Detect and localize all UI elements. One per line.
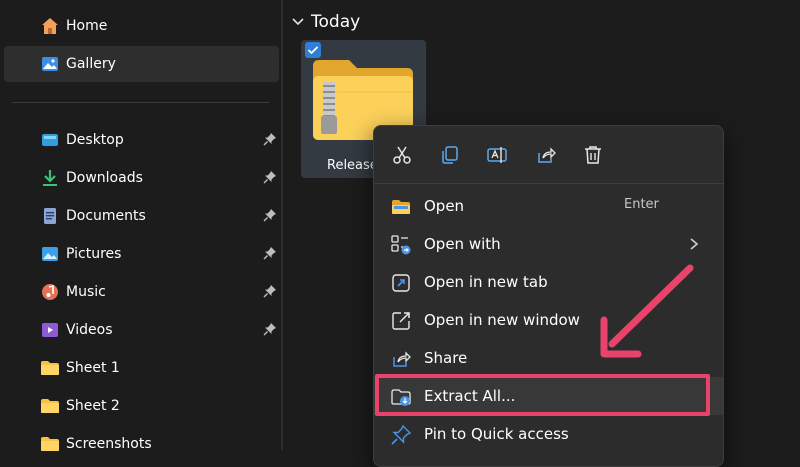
sidebar-item-sheet-1[interactable]: Sheet 1 bbox=[4, 350, 279, 386]
menu-item-extract-all[interactable]: Extract All... bbox=[374, 377, 723, 415]
menu-item-label: Extract All... bbox=[424, 387, 516, 405]
pin-icon[interactable] bbox=[263, 170, 277, 184]
pin-icon[interactable] bbox=[263, 132, 277, 146]
delete-button[interactable] bbox=[578, 140, 608, 170]
sidebar-item-music[interactable]: Music bbox=[4, 274, 279, 310]
menu-item-label: Share bbox=[424, 349, 468, 367]
group-label: Today bbox=[311, 12, 361, 32]
chevron-down-icon bbox=[292, 18, 304, 26]
music-icon bbox=[42, 284, 58, 300]
sidebar-item-documents[interactable]: Documents bbox=[4, 198, 279, 234]
sidebar-item-label: Sheet 2 bbox=[66, 398, 120, 414]
pictures-icon bbox=[42, 247, 58, 261]
folder-icon bbox=[41, 437, 59, 451]
copy-icon bbox=[442, 146, 458, 164]
share-icon bbox=[393, 351, 411, 367]
group-header-today[interactable]: Today bbox=[291, 11, 360, 33]
menu-item-label: Open with bbox=[424, 235, 501, 253]
sidebar-item-label: Desktop bbox=[66, 132, 124, 148]
menu-separator bbox=[374, 183, 723, 184]
videos-icon bbox=[42, 323, 58, 337]
menu-item-open-with[interactable]: Open with bbox=[374, 225, 723, 263]
sidebar-item-pictures[interactable]: Pictures bbox=[4, 236, 279, 272]
sidebar-item-desktop[interactable]: Desktop bbox=[4, 122, 279, 158]
pin-icon[interactable] bbox=[263, 322, 277, 336]
shortcut-hint: Enter bbox=[624, 197, 659, 212]
home-icon bbox=[42, 18, 58, 34]
sidebar-item-gallery[interactable]: Gallery bbox=[4, 46, 279, 82]
cut-icon bbox=[393, 146, 411, 164]
pin-icon[interactable] bbox=[263, 208, 277, 222]
new-window-icon bbox=[392, 312, 410, 330]
navigation-pane: Home Gallery Desktop Downloads Documents… bbox=[0, 0, 281, 452]
sidebar-item-sheet-2[interactable]: Sheet 2 bbox=[4, 388, 279, 424]
gallery-icon bbox=[42, 57, 58, 71]
pin-icon[interactable] bbox=[263, 246, 277, 260]
sidebar-item-videos[interactable]: Videos bbox=[4, 312, 279, 348]
folder-icon bbox=[41, 399, 59, 413]
pin-icon[interactable] bbox=[263, 284, 277, 298]
sidebar-item-home[interactable]: Home bbox=[4, 8, 279, 44]
menu-item-label: Open bbox=[424, 197, 465, 215]
menu-item-share[interactable]: Share bbox=[374, 339, 723, 377]
sidebar-item-label: Downloads bbox=[66, 170, 143, 186]
file-name: Release bbox=[327, 158, 378, 173]
context-menu: Open Enter Open with Open in new tab Ope… bbox=[373, 125, 724, 467]
pin-icon bbox=[391, 424, 412, 445]
sidebar-item-label: Home bbox=[66, 18, 108, 34]
share-icon bbox=[538, 147, 556, 163]
sidebar-item-label: Music bbox=[66, 284, 106, 300]
desktop-icon bbox=[42, 134, 58, 146]
sidebar-item-label: Documents bbox=[66, 208, 146, 224]
folder-icon bbox=[41, 361, 59, 375]
menu-item-pin-quick-access[interactable]: Pin to Quick access bbox=[374, 415, 723, 453]
cut-button[interactable] bbox=[387, 140, 417, 170]
sidebar-item-label: Sheet 1 bbox=[66, 360, 120, 376]
sidebar-item-label: Gallery bbox=[66, 56, 116, 72]
chevron-right-icon bbox=[690, 238, 699, 250]
sidebar-divider bbox=[12, 102, 269, 103]
menu-item-open[interactable]: Open Enter bbox=[374, 187, 723, 225]
menu-item-open-new-tab[interactable]: Open in new tab bbox=[374, 263, 723, 301]
new-tab-icon bbox=[392, 274, 410, 292]
sidebar-item-label: Screenshots bbox=[66, 436, 152, 452]
open-with-icon bbox=[391, 235, 411, 255]
pane-splitter[interactable] bbox=[281, 0, 283, 450]
menu-item-label: Open in new tab bbox=[424, 273, 548, 291]
sidebar-item-downloads[interactable]: Downloads bbox=[4, 160, 279, 196]
sidebar-item-screenshots[interactable]: Screenshots bbox=[4, 426, 279, 462]
downloads-icon bbox=[43, 170, 57, 186]
open-folder-icon bbox=[392, 200, 410, 214]
share-button[interactable] bbox=[531, 140, 561, 170]
extract-icon bbox=[391, 389, 411, 406]
sidebar-item-label: Pictures bbox=[66, 246, 122, 262]
sidebar-item-label: Videos bbox=[66, 322, 113, 338]
menu-item-label: Pin to Quick access bbox=[424, 425, 569, 443]
delete-icon bbox=[585, 146, 601, 164]
rename-button[interactable] bbox=[482, 140, 512, 170]
documents-icon bbox=[44, 208, 56, 224]
menu-item-label: Open in new window bbox=[424, 311, 580, 329]
copy-button[interactable] bbox=[435, 140, 465, 170]
menu-item-open-new-window[interactable]: Open in new window bbox=[374, 301, 723, 339]
rename-icon bbox=[487, 147, 507, 163]
